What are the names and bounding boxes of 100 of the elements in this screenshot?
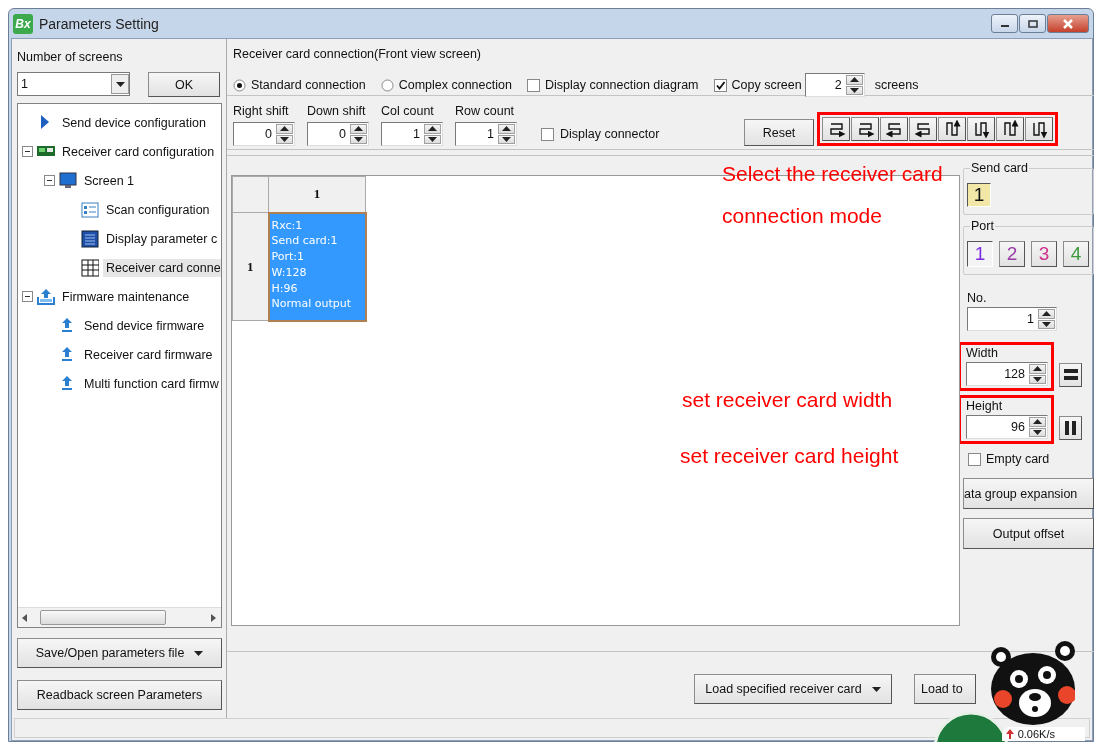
connection-mode-button[interactable] [996,117,1024,141]
ok-button[interactable]: OK [148,72,220,97]
spin-down-button[interactable] [350,134,367,144]
connection-mode-button[interactable] [851,117,879,141]
checkbox-label[interactable]: Display connector [560,127,660,141]
up-triangle-icon[interactable] [280,126,289,132]
spin-up-button[interactable] [424,124,441,134]
spin-down-button[interactable] [1038,319,1055,329]
connection-mode-button[interactable] [938,117,966,141]
down-triangle-icon[interactable] [849,87,859,93]
spin-field[interactable]: 1 [381,122,443,146]
send-card-button[interactable]: 1 [967,183,991,207]
spin-down-button[interactable] [498,134,515,144]
scroll-left-icon[interactable] [22,613,28,622]
up-triangle-icon[interactable] [1042,311,1051,317]
down-triangle-icon[interactable] [1033,376,1042,382]
horizontal-scrollbar[interactable] [18,607,221,627]
up-triangle-icon[interactable] [354,126,363,132]
up-triangle-icon[interactable] [1033,419,1042,425]
option-label[interactable]: Standard connection [251,78,366,92]
spin-field[interactable]: 96 [966,415,1048,439]
down-triangle-icon[interactable] [280,136,289,142]
tree-item[interactable]: Firmware maintenance [59,287,193,306]
down-triangle-icon[interactable] [1033,429,1042,435]
spin-down-button[interactable] [276,134,293,144]
scroll-thumb[interactable] [40,610,166,625]
side-button[interactable]: ata group expansion [963,478,1094,509]
spin-field[interactable]: 1 [967,307,1057,331]
spin-up-button[interactable] [1029,364,1046,374]
radio-button[interactable] [380,78,394,92]
expander-icon[interactable] [22,291,33,302]
maximize-button[interactable] [1019,14,1046,33]
spin-field[interactable]: 1 [455,122,517,146]
minimize-button[interactable] [991,14,1018,33]
connection-mode-button[interactable] [909,117,937,141]
checkbox[interactable] [541,127,554,141]
tree-item[interactable]: Multi function card firmw [81,374,221,393]
up-triangle-icon[interactable] [1033,366,1042,372]
panel-button[interactable]: Readback screen Parameters [17,680,222,710]
down-triangle-icon[interactable] [1042,321,1051,327]
down-triangle-icon[interactable] [428,136,437,142]
load-button[interactable]: Load specified receiver card [694,674,892,704]
spin-up-button[interactable] [1029,417,1046,427]
tree-item[interactable]: Receiver card configuration [59,142,218,161]
checkbox[interactable] [713,78,727,92]
up-triangle-icon[interactable] [849,77,859,83]
screens-dropdown[interactable]: 1 [17,72,130,96]
spin-field[interactable]: 2 [804,73,865,97]
tree-item[interactable]: Screen 1 [81,171,138,190]
checkbox-label[interactable]: Empty card [986,452,1050,466]
connection-mode-button[interactable] [967,117,995,141]
up-triangle-icon[interactable] [502,126,511,132]
checkbox[interactable] [968,452,981,466]
option-label[interactable]: Complex connection [398,78,512,92]
panel-button[interactable]: Save/Open parameters file [17,638,222,668]
connection-mode-button[interactable] [1025,117,1053,141]
field-label: Number of screens [17,50,124,64]
tree-item[interactable]: Receiver card firmware [81,345,216,364]
radio-button[interactable] [233,78,246,92]
checkbox-label[interactable]: Copy screen [731,78,802,92]
spin-up-button[interactable] [276,124,293,134]
expander-icon[interactable] [22,146,33,157]
spin-down-button[interactable] [424,134,441,144]
firmware-icon [37,287,55,306]
size-button[interactable] [1059,363,1082,387]
size-button[interactable] [1059,416,1082,440]
spin-down-button[interactable] [845,85,863,95]
up-triangle-icon[interactable] [428,126,437,132]
close-button[interactable] [1047,14,1089,33]
close-icon[interactable] [1062,18,1074,29]
spin-field[interactable]: 128 [966,362,1048,386]
spin-up-button[interactable] [498,124,515,134]
scroll-right-icon[interactable] [211,613,217,622]
spin-up-button[interactable] [845,75,863,85]
tree-item[interactable]: Display parameter c [103,229,221,248]
checkbox[interactable] [526,78,540,92]
tree-item[interactable]: Scan configuration [103,200,213,219]
scan-icon [81,200,99,219]
tree-item[interactable]: Receiver card conne [103,258,221,277]
spin-field[interactable]: 0 [233,122,295,146]
port-button[interactable]: 2 [999,241,1025,267]
down-triangle-icon[interactable] [354,136,363,142]
expander-icon[interactable] [44,175,55,186]
side-button[interactable]: Output offset [963,518,1094,549]
reset-button[interactable]: Reset [744,119,814,146]
spin-down-button[interactable] [1029,427,1046,437]
spin-field[interactable]: 0 [307,122,369,146]
load-button[interactable]: Load to [914,674,976,704]
spin-down-button[interactable] [1029,374,1046,384]
spin-up-button[interactable] [1038,309,1055,319]
maximize-icon[interactable] [1027,19,1038,28]
down-triangle-icon[interactable] [502,136,511,142]
port-button[interactable]: 1 [967,241,993,267]
port-button[interactable]: 3 [1031,241,1057,267]
tree-item[interactable]: Send device configuration [59,113,209,132]
checkbox-label[interactable]: Display connection diagram [544,78,699,92]
connection-mode-button[interactable] [880,117,908,141]
connection-mode-button[interactable] [822,117,850,141]
tree-item[interactable]: Send device firmware [81,316,208,335]
spin-up-button[interactable] [350,124,367,134]
